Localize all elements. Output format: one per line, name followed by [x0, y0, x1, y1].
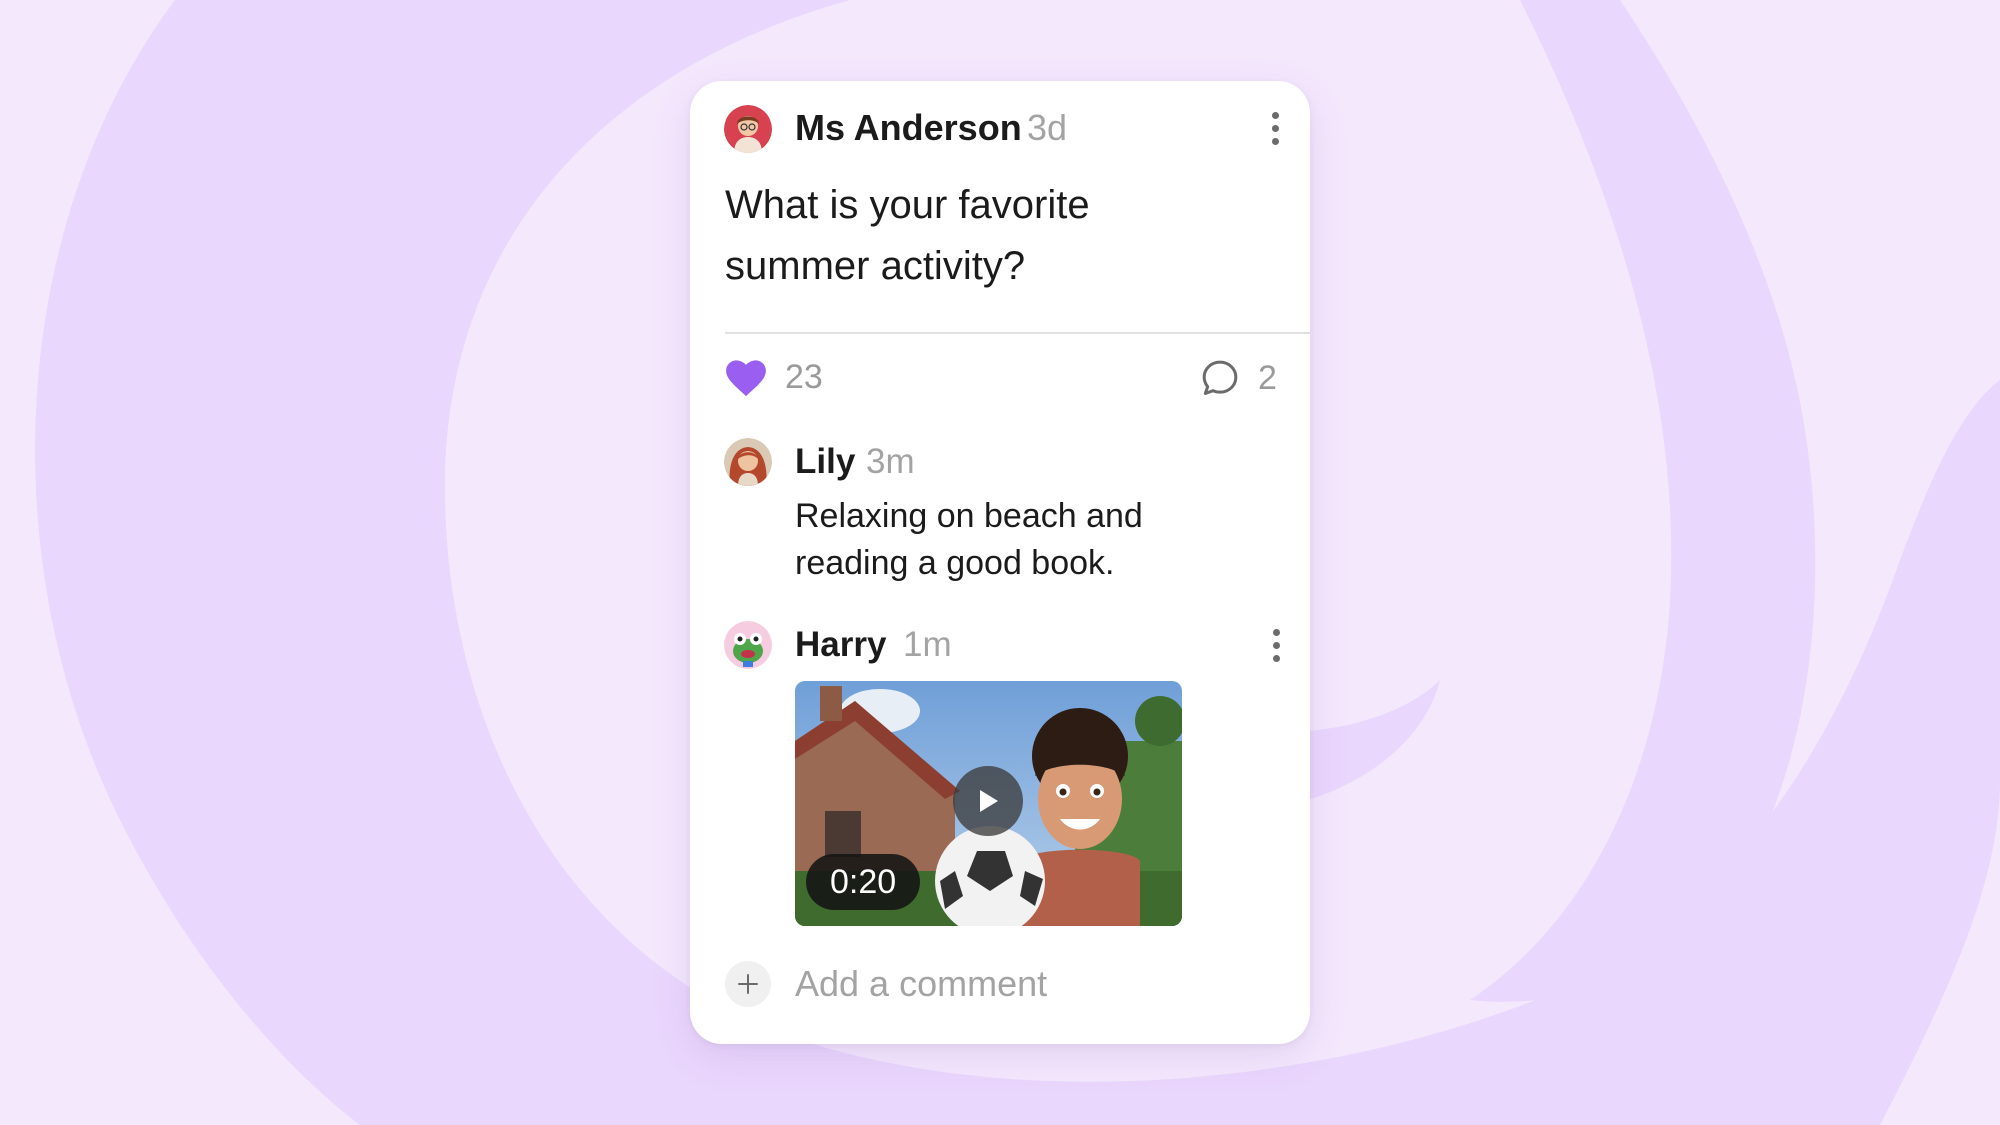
like-count: 23: [785, 358, 823, 396]
commenter-avatar-lily[interactable]: [724, 438, 772, 486]
comment-timestamp-harry: 1m: [903, 625, 952, 664]
post-divider: [725, 332, 1310, 334]
heart-icon: [726, 359, 766, 396]
author-avatar[interactable]: [724, 105, 772, 153]
post-more-menu-button[interactable]: [1263, 108, 1287, 148]
comment-author-lily[interactable]: Lily: [795, 438, 855, 486]
post-timestamp: 3d: [1027, 107, 1068, 148]
commenter-avatar-harry[interactable]: [724, 621, 772, 669]
post-question: What is your favorite summer activity?: [725, 183, 1090, 288]
comment-author-harry[interactable]: Harry: [795, 621, 886, 669]
comment-count: 2: [1258, 358, 1277, 397]
comments-button[interactable]: 2: [1200, 358, 1277, 398]
post-author-name[interactable]: Ms Anderson: [795, 103, 1022, 153]
comment-text-lily: Relaxing on beach and reading a good boo…: [795, 497, 1143, 582]
comment-timestamp-lily: 3m: [866, 442, 915, 481]
plus-icon: [738, 974, 758, 994]
video-duration: 0:20: [806, 854, 921, 910]
comment-more-menu-button[interactable]: [1264, 625, 1288, 665]
play-icon: [980, 790, 998, 812]
play-button[interactable]: [953, 766, 1023, 836]
add-comment-button[interactable]: [725, 961, 771, 1007]
like-button[interactable]: 23: [725, 358, 823, 397]
speech-bubble-icon: [1202, 360, 1238, 395]
post-card: Ms Anderson 3d What is your favorite sum…: [690, 81, 1310, 1044]
add-comment-input[interactable]: [795, 960, 1245, 1008]
